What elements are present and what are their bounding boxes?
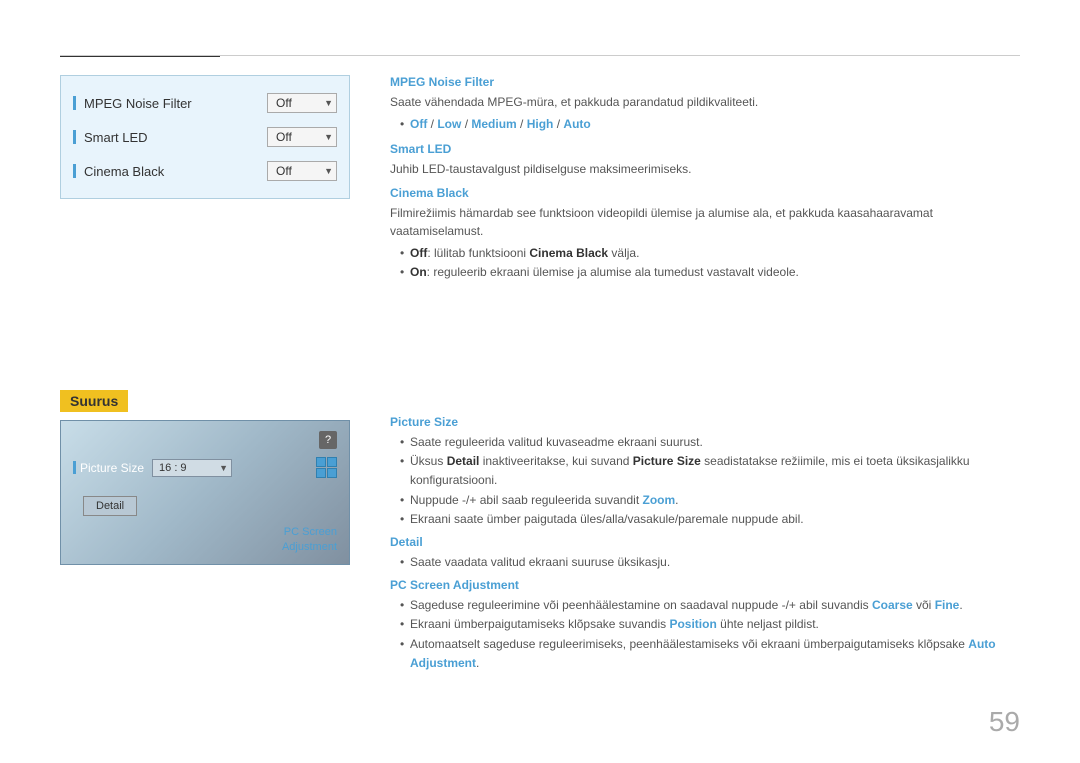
detail-section: Detail Saate vaadata valitud ekraani suu… [390,535,1020,572]
position-ref: Position [669,617,716,631]
ps-zoom-ref: Zoom [643,493,676,507]
ps-bullet-2: Üksus Detail inaktiveeritakse, kui suvan… [400,452,1020,490]
mpeg-select[interactable]: OffLowMediumHighAuto [267,93,337,113]
pc-screen-section: PC Screen Adjustment Sageduse reguleerim… [390,578,1020,673]
smart-led-section: Smart LED Juhib LED-taustavalgust pildis… [390,142,1020,178]
picture-size-section-title: Picture Size [390,415,1020,429]
setting-row-mpeg: MPEG Noise Filter OffLowMediumHighAuto ▼ [73,86,337,120]
smart-led-label: Smart LED [73,130,148,145]
mpeg-select-wrapper[interactable]: OffLowMediumHighAuto ▼ [267,93,337,113]
cinema-black-bullet-off: Off: lülitab funktsiooni Cinema Black vä… [400,244,1020,263]
top-line [60,55,1020,56]
detail-button[interactable]: Detail [83,496,137,516]
picture-size-box: ? Picture Size 16 : 9 4 : 3 Wide Fit Scr… [60,420,350,565]
picture-size-label: Picture Size [73,461,144,475]
picture-size-select[interactable]: 16 : 9 4 : 3 Wide Fit Screen Fit [152,459,232,477]
cinema-black-select[interactable]: OffOn [267,161,337,181]
detail-bullet-list: Saate vaadata valitud ekraani suuruse ük… [390,553,1020,572]
mpeg-bullet-list: Off / Low / Medium / High / Auto [390,115,1020,134]
right-content-area: MPEG Noise Filter Saate vähendada MPEG-m… [390,75,1020,287]
ps-bullet-3: Nuppude -/+ abil saab reguleerida suvand… [400,491,1020,510]
ps-picturesize-ref: Picture Size [633,454,701,468]
grid-icon [316,457,337,478]
page-container: MPEG Noise Filter OffLowMediumHighAuto ▼… [0,0,1080,763]
mpeg-label: MPEG Noise Filter [73,96,192,111]
picture-size-select-wrapper[interactable]: 16 : 9 4 : 3 Wide Fit Screen Fit ▼ [152,459,232,477]
smart-led-section-text: Juhib LED-taustavalgust pildiselguse mak… [390,160,1020,178]
detail-section-title: Detail [390,535,1020,549]
opt-off: Off [410,117,427,131]
cinema-black-section: Cinema Black Filmirežiimis hämardab see … [390,186,1020,282]
cinema-black-section-title: Cinema Black [390,186,1020,200]
auto-adj-ref: AutoAdjustment [410,637,996,670]
pc-screen-bullet-list: Sageduse reguleerimine või peenhäälestam… [390,596,1020,673]
ps-bullet-4: Ekraani saate ümber paigutada üles/alla/… [400,510,1020,529]
detail-btn-row: Detail [73,486,337,516]
smart-led-section-title: Smart LED [390,142,1020,156]
pc-bullet-3: Automaatselt sageduse reguleerimiseks, p… [400,635,1020,673]
picture-size-section: Picture Size Saate reguleerida valitud k… [390,415,1020,529]
cinema-black-bullet-list: Off: lülitab funktsiooni Cinema Black vä… [390,244,1020,282]
pc-screen-line2: Adjustment [282,541,337,553]
cinema-black-label: Cinema Black [73,164,164,179]
mpeg-section-title: MPEG Noise Filter [390,75,1020,89]
bottom-content-area: Picture Size Saate reguleerida valitud k… [390,415,1020,677]
opt-auto: Auto [563,117,590,131]
cinema-black-bullet-on: On: reguleerib ekraani ülemise ja alumis… [400,263,1020,282]
opt-high: High [527,117,554,131]
cinema-black-section-text: Filmirežiimis hämardab see funktsioon vi… [390,204,1020,240]
pc-bullet-1: Sageduse reguleerimine või peenhäälestam… [400,596,1020,615]
mpeg-bullet-options: Off / Low / Medium / High / Auto [400,115,1020,134]
pc-screen-text: PC Screen Adjustment [282,525,337,554]
opt-medium: Medium [471,117,516,131]
settings-box: MPEG Noise Filter OffLowMediumHighAuto ▼… [60,75,350,199]
cb-cinema-black-ref: Cinema Black [529,246,608,260]
suurus-label: Suurus [60,390,128,412]
smart-led-select[interactable]: OffLow [267,127,337,147]
opt-low: Low [437,117,461,131]
smart-led-select-wrapper[interactable]: OffLow ▼ [267,127,337,147]
page-number: 59 [989,706,1020,738]
coarse-ref: Coarse [872,598,913,612]
setting-row-cinema-black: Cinema Black OffOn ▼ [73,154,337,188]
pc-screen-line1: PC Screen [284,526,337,538]
detail-bullet-1: Saate vaadata valitud ekraani suuruse ük… [400,553,1020,572]
picture-row: Picture Size 16 : 9 4 : 3 Wide Fit Scree… [73,457,337,478]
cinema-black-select-wrapper[interactable]: OffOn ▼ [267,161,337,181]
pc-screen-section-title: PC Screen Adjustment [390,578,1020,592]
picture-size-bullet-list: Saate reguleerida valitud kuvaseadme ekr… [390,433,1020,529]
mpeg-section: MPEG Noise Filter Saate vähendada MPEG-m… [390,75,1020,134]
picture-box-header: ? [73,431,337,449]
mpeg-section-text: Saate vähendada MPEG-müra, et pakkuda pa… [390,93,1020,111]
ps-detail-ref: Detail [447,454,480,468]
fine-ref: Fine [935,598,960,612]
sep3: / [520,117,527,131]
cb-off-label: Off [410,246,427,260]
question-mark-icon[interactable]: ? [319,431,337,449]
setting-row-smart-led: Smart LED OffLow ▼ [73,120,337,154]
pc-bullet-2: Ekraani ümberpaigutamiseks klõpsake suva… [400,615,1020,634]
cb-on-label: On [410,265,427,279]
ps-bullet-1: Saate reguleerida valitud kuvaseadme ekr… [400,433,1020,452]
